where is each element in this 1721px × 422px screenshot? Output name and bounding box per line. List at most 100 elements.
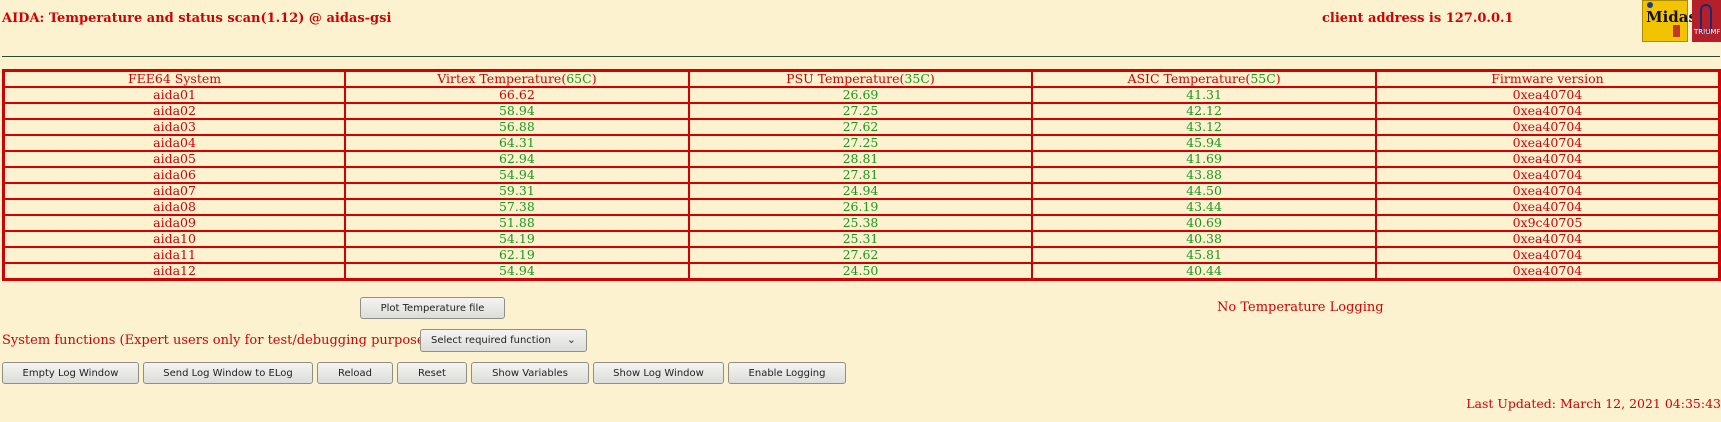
- cell-system: aida04: [2, 134, 347, 152]
- cell-asic: 40.69: [1031, 214, 1377, 232]
- table-row: aida09 51.88 25.38 40.69 0x9c40705: [2, 214, 1721, 232]
- cell-system: aida02: [2, 102, 347, 120]
- cell-system: aida12: [2, 262, 347, 281]
- empty-log-window-button[interactable]: Empty Log Window: [2, 362, 139, 384]
- cell-firmware: 0xea40704: [1374, 262, 1721, 281]
- header-firmware-version: Firmware version: [1374, 69, 1721, 88]
- cell-system: aida01: [2, 86, 347, 104]
- cell-firmware: 0xea40704: [1374, 118, 1721, 136]
- cell-system: aida03: [2, 118, 347, 136]
- header-psu-temperature: PSU Temperature(35C): [687, 69, 1034, 88]
- header-asic-limit: 55C: [1250, 71, 1276, 86]
- show-log-window-button[interactable]: Show Log Window: [593, 362, 724, 384]
- reset-button[interactable]: Reset: [397, 362, 467, 384]
- cell-firmware: 0xea40704: [1374, 102, 1721, 120]
- cell-virtex: 62.94: [344, 150, 690, 168]
- send-log-to-elog-button[interactable]: Send Log Window to ELog: [143, 362, 313, 384]
- cell-virtex: 54.94: [344, 166, 690, 184]
- cell-system: aida10: [2, 230, 347, 248]
- header-virtex-close: ): [591, 71, 597, 86]
- cell-firmware: 0xea40704: [1374, 198, 1721, 216]
- cell-virtex: 66.62: [344, 86, 690, 104]
- cell-asic: 43.12: [1031, 118, 1377, 136]
- cell-asic: 41.69: [1031, 150, 1377, 168]
- triumf-logo[interactable]: TRIUMF: [1692, 0, 1721, 42]
- last-updated-timestamp: Last Updated: March 12, 2021 04:35:43: [1466, 396, 1721, 411]
- cell-firmware: 0xea40704: [1374, 150, 1721, 168]
- cell-asic: 40.44: [1031, 262, 1377, 281]
- reload-button[interactable]: Reload: [317, 362, 393, 384]
- temperature-logging-status: No Temperature Logging: [1217, 300, 1384, 315]
- header-virtex-limit: 65C: [566, 71, 592, 86]
- cell-virtex: 62.19: [344, 246, 690, 264]
- cell-system: aida06: [2, 166, 347, 184]
- plot-temperature-file-button[interactable]: Plot Temperature file: [360, 297, 505, 319]
- cell-psu: 25.31: [687, 230, 1034, 248]
- cell-asic: 43.88: [1031, 166, 1377, 184]
- cell-asic: 44.50: [1031, 182, 1377, 200]
- system-functions-label: System functions (Expert users only for …: [2, 333, 452, 348]
- cell-psu: 24.50: [687, 262, 1034, 281]
- header-psu-limit: 35C: [904, 71, 930, 86]
- cell-virtex: 51.88: [344, 214, 690, 232]
- cell-psu: 27.62: [687, 246, 1034, 264]
- table-row: aida03 56.88 27.62 43.12 0xea40704: [2, 118, 1721, 136]
- cell-firmware: 0xea40704: [1374, 166, 1721, 184]
- system-function-select[interactable]: Select required function ⌄: [420, 329, 587, 352]
- header-asic-temperature: ASIC Temperature(55C): [1031, 69, 1377, 88]
- midas-logo-mark: [1673, 25, 1680, 37]
- cell-psu: 26.19: [687, 198, 1034, 216]
- header-fee64-system: FEE64 System: [2, 69, 347, 88]
- cell-asic: 41.31: [1031, 86, 1377, 104]
- header-virtex-temperature: Virtex Temperature(65C): [344, 69, 690, 88]
- table-row: aida06 54.94 27.81 43.88 0xea40704: [2, 166, 1721, 184]
- triumf-logo-text: TRIUMF: [1694, 28, 1721, 36]
- cell-psu: 27.25: [687, 102, 1034, 120]
- cell-virtex: 57.38: [344, 198, 690, 216]
- cell-virtex: 58.94: [344, 102, 690, 120]
- cell-psu: 26.69: [687, 86, 1034, 104]
- table-row: aida05 62.94 28.81 41.69 0xea40704: [2, 150, 1721, 168]
- cell-psu: 27.62: [687, 118, 1034, 136]
- cell-psu: 25.38: [687, 214, 1034, 232]
- cell-psu: 24.94: [687, 182, 1034, 200]
- table-body: aida01 66.62 26.69 41.31 0xea40704 aida02 58.9…: [2, 86, 1721, 281]
- table-row: aida04 64.31 27.25 45.94 0xea40704: [2, 134, 1721, 152]
- cell-virtex: 54.19: [344, 230, 690, 248]
- cell-firmware: 0xea40704: [1374, 134, 1721, 152]
- page-title: AIDA: Temperature and status scan(1.12) …: [2, 11, 392, 26]
- table-row: aida08 57.38 26.19 43.44 0xea40704: [2, 198, 1721, 216]
- header-psu-label: PSU Temperature(: [786, 71, 905, 86]
- table-row: aida11 62.19 27.62 45.81 0xea40704: [2, 246, 1721, 264]
- cell-virtex: 56.88: [344, 118, 690, 136]
- system-function-select-value: Select required function: [431, 335, 551, 346]
- cell-virtex: 64.31: [344, 134, 690, 152]
- header-divider: [2, 56, 1720, 57]
- cell-firmware: 0xea40704: [1374, 230, 1721, 248]
- header-virtex-label: Virtex Temperature(: [437, 71, 567, 86]
- cell-system: aida07: [2, 182, 347, 200]
- cell-firmware: 0x9c40705: [1374, 214, 1721, 232]
- temperature-status-table: FEE64 System Virtex Temperature(65C) PSU…: [2, 69, 1721, 281]
- cell-psu: 27.25: [687, 134, 1034, 152]
- cell-system: aida08: [2, 198, 347, 216]
- cell-psu: 27.81: [687, 166, 1034, 184]
- table-row: aida02 58.94 27.25 42.12 0xea40704: [2, 102, 1721, 120]
- cell-asic: 45.94: [1031, 134, 1377, 152]
- table-row: aida01 66.62 26.69 41.31 0xea40704: [2, 86, 1721, 104]
- cell-system: aida09: [2, 214, 347, 232]
- cell-asic: 42.12: [1031, 102, 1377, 120]
- cell-firmware: 0xea40704: [1374, 86, 1721, 104]
- cell-asic: 45.81: [1031, 246, 1377, 264]
- show-variables-button[interactable]: Show Variables: [471, 362, 589, 384]
- cell-system: aida05: [2, 150, 347, 168]
- table-header-row: FEE64 System Virtex Temperature(65C) PSU…: [2, 69, 1721, 88]
- header-asic-label: ASIC Temperature(: [1127, 71, 1251, 86]
- cell-virtex: 59.31: [344, 182, 690, 200]
- midas-logo-text: Midas: [1646, 8, 1697, 26]
- chevron-down-icon: ⌄: [566, 333, 576, 346]
- cell-virtex: 54.94: [344, 262, 690, 281]
- cell-firmware: 0xea40704: [1374, 182, 1721, 200]
- midas-logo[interactable]: Midas: [1642, 0, 1697, 42]
- enable-logging-button[interactable]: Enable Logging: [728, 362, 846, 384]
